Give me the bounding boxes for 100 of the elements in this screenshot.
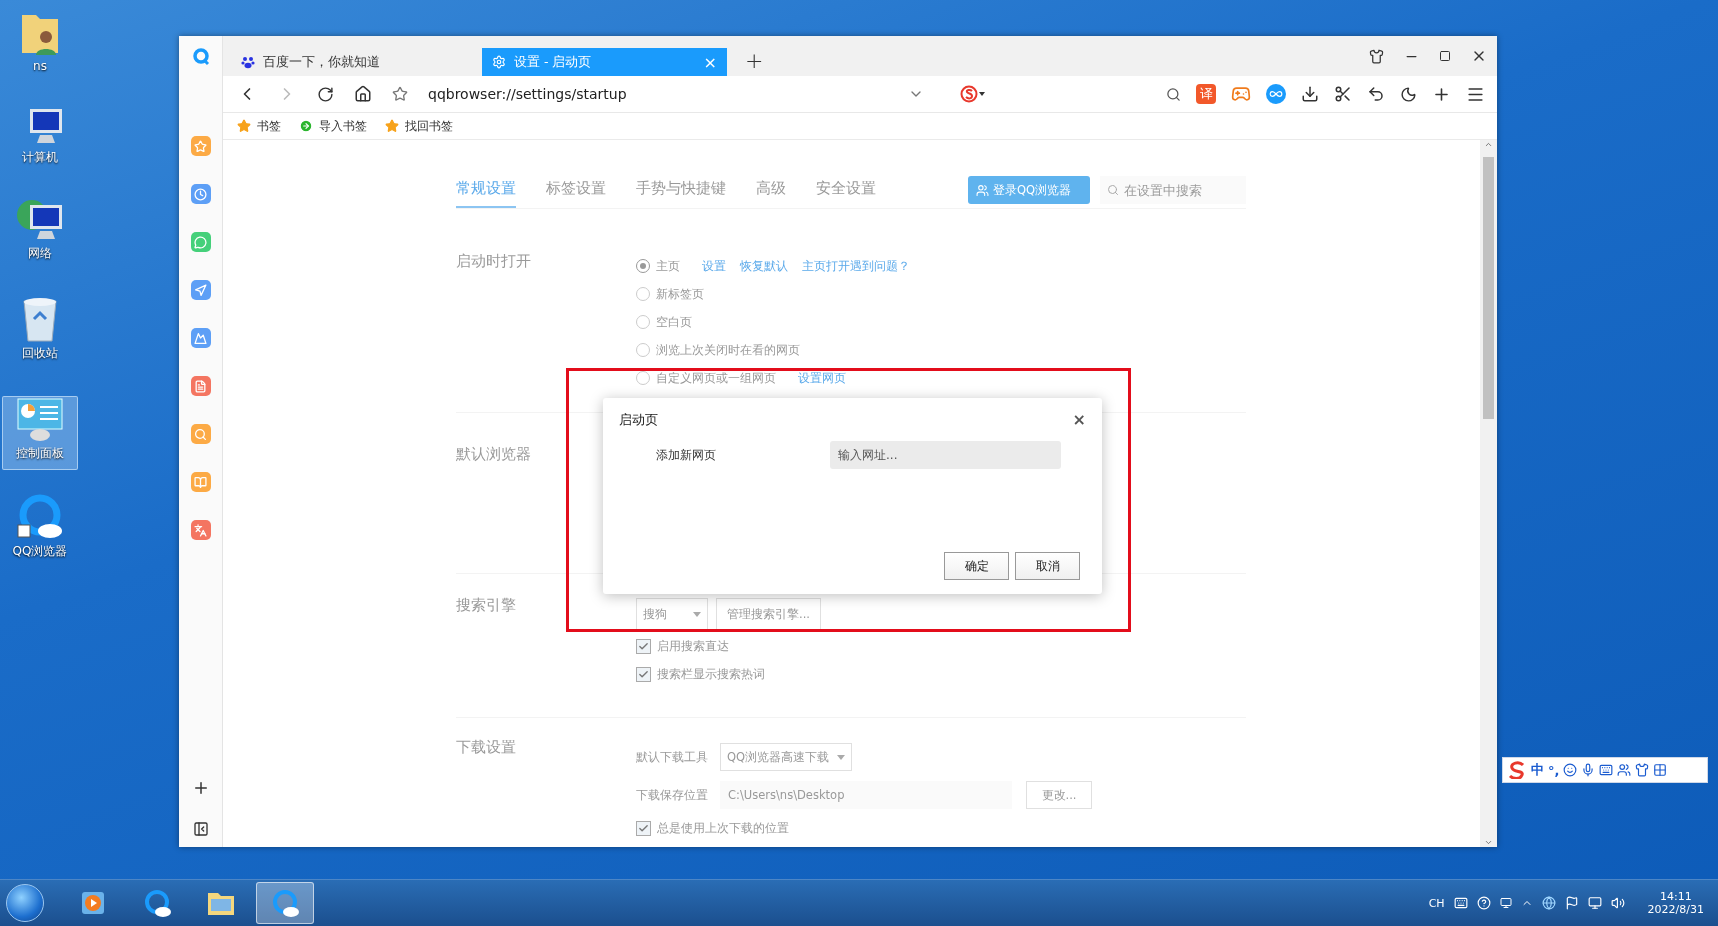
settings-link[interactable]: 主页打开遇到问题？ [802, 258, 910, 274]
change-button[interactable]: 更改... [1026, 781, 1092, 809]
desktop-icon[interactable]: 网络 [2, 196, 78, 270]
trash-bin-icon[interactable] [20, 295, 60, 343]
login-button[interactable]: 登录QQ浏览器 [968, 176, 1090, 204]
download-path-field[interactable]: C:\Users\ns\Desktop [720, 781, 1012, 809]
desktop-icon[interactable]: 回收站 [2, 294, 78, 368]
media-player-icon[interactable] [80, 890, 106, 916]
field-label: 添加新网页 [656, 446, 717, 464]
globe-icon[interactable] [1541, 896, 1556, 910]
browser-tab[interactable]: 百度一下，你就知道 [231, 48, 476, 76]
help-icon[interactable] [1476, 896, 1491, 910]
grid-icon[interactable] [1653, 763, 1668, 777]
close-button[interactable]: × [1072, 410, 1086, 429]
start-button[interactable] [6, 884, 44, 922]
manage-engines-button[interactable]: 管理搜索引擎... [716, 598, 821, 630]
users-icon[interactable] [1617, 763, 1632, 777]
desktop-icon[interactable]: QQ浏览器 [2, 492, 78, 566]
smile-icon[interactable] [1563, 763, 1578, 777]
star-icon [385, 119, 399, 133]
network-icon[interactable] [1587, 896, 1602, 910]
settings-tab[interactable]: 标签设置 [546, 172, 606, 208]
collapse-icon[interactable] [192, 821, 209, 837]
navigation-icon[interactable] [190, 280, 211, 300]
settings-link[interactable]: 恢复默认 [740, 258, 788, 274]
new-tab-button[interactable]: + [745, 48, 764, 73]
checkbox[interactable] [636, 666, 651, 682]
dropdown-arrow-icon [837, 754, 845, 760]
search-icon[interactable] [1166, 86, 1181, 102]
moon-icon[interactable] [1400, 85, 1417, 103]
punctuation-button[interactable]: °, [1548, 762, 1560, 778]
settings-search-field[interactable]: 在设置中搜索 [1100, 176, 1246, 204]
taskbar-app[interactable] [256, 882, 314, 924]
browser-tab[interactable]: 设置 - 启动页 × [482, 48, 727, 76]
scroll-up-icon[interactable] [1484, 140, 1493, 149]
home-icon[interactable] [354, 85, 372, 103]
settings-icon [492, 55, 506, 69]
close-tab-button[interactable]: × [703, 52, 717, 72]
control-panel-icon[interactable] [16, 397, 64, 443]
language-indicator[interactable]: CH [1428, 896, 1445, 910]
option-label: 启用搜索直达 [657, 638, 729, 654]
download-tool-dropdown[interactable]: QQ浏览器高速下载 [720, 743, 852, 771]
bookmark-link[interactable]: 找回书签 [405, 117, 453, 135]
option-label: 主页 [656, 258, 680, 274]
scrollbar-thumb[interactable] [1483, 157, 1494, 419]
bookmark-link[interactable]: 书签 [257, 117, 281, 135]
keyboard-icon[interactable] [1599, 763, 1614, 777]
desktop-icon[interactable]: 控制面板 [2, 396, 78, 470]
infinity-icon[interactable] [1266, 84, 1286, 104]
checkbox[interactable] [636, 820, 651, 836]
flag-icon[interactable] [1564, 896, 1579, 910]
desktop-icon[interactable]: 计算机 [2, 100, 78, 174]
clock-time: 14:11 [1659, 890, 1692, 903]
confirm-button[interactable]: 确定 [944, 552, 1009, 580]
reload-icon[interactable] [317, 85, 334, 103]
settings-tab[interactable]: 高级 [756, 172, 786, 208]
document-icon[interactable] [190, 376, 211, 396]
checkmark-icon [638, 668, 649, 680]
translate-icon[interactable] [190, 520, 211, 540]
checkmark-icon [638, 640, 649, 652]
tab-title: 设置 - 启动页 [514, 53, 592, 71]
scissors-icon[interactable] [1334, 85, 1352, 103]
maximize-icon[interactable] [1439, 50, 1451, 62]
gamepad-icon[interactable] [1231, 84, 1251, 104]
address-field[interactable]: qqbrowser://settings/startup [428, 86, 888, 102]
settings-link[interactable]: 设置 [702, 258, 726, 274]
checkbox[interactable] [636, 638, 651, 654]
translate-button[interactable]: 译 [1196, 84, 1216, 104]
engine-dropdown[interactable]: 搜狗 [636, 598, 708, 630]
shirt-icon[interactable] [1635, 763, 1650, 777]
star-icon[interactable] [392, 86, 408, 102]
clock-icon[interactable] [190, 184, 211, 204]
settings-link[interactable]: 设置网页 [798, 370, 846, 386]
browser-logo-icon[interactable] [16, 493, 64, 541]
undo-icon[interactable] [1367, 85, 1385, 103]
input-mode-button[interactable]: 中 [1531, 761, 1544, 779]
settings-tab[interactable]: 手势与快捷键 [636, 172, 726, 208]
ime-logo-icon[interactable] [1507, 761, 1527, 779]
microphone-icon[interactable] [1581, 763, 1596, 777]
browser-logo-icon[interactable] [270, 888, 300, 918]
desktop-icon[interactable]: ns [2, 8, 78, 82]
browser-logo-icon[interactable] [142, 888, 172, 918]
cancel-button[interactable]: 取消 [1015, 552, 1080, 580]
settings-tab[interactable]: 常规设置 [456, 172, 516, 208]
scrollbar[interactable] [1480, 140, 1497, 847]
skin-icon[interactable] [1369, 48, 1384, 64]
section-title: 搜索引擎 [456, 596, 517, 615]
section-title: 下载设置 [456, 738, 517, 757]
download-icon[interactable] [1301, 85, 1319, 103]
url-input-field[interactable]: 输入网址... [830, 441, 1061, 469]
bookmark-link[interactable]: 导入书签 [319, 117, 367, 135]
option-label: 浏览上次关闭时在看的网页 [656, 342, 800, 358]
search-engine-icon[interactable] [960, 85, 985, 103]
volume-icon[interactable] [1610, 896, 1625, 910]
dropdown-arrow-icon [693, 611, 701, 617]
window-icon[interactable] [1499, 897, 1512, 909]
settings-tab[interactable]: 安全设置 [816, 172, 876, 208]
section-title: 默认浏览器 [456, 445, 532, 464]
mountain-icon[interactable] [190, 328, 211, 348]
scroll-down-icon[interactable] [1484, 838, 1493, 847]
